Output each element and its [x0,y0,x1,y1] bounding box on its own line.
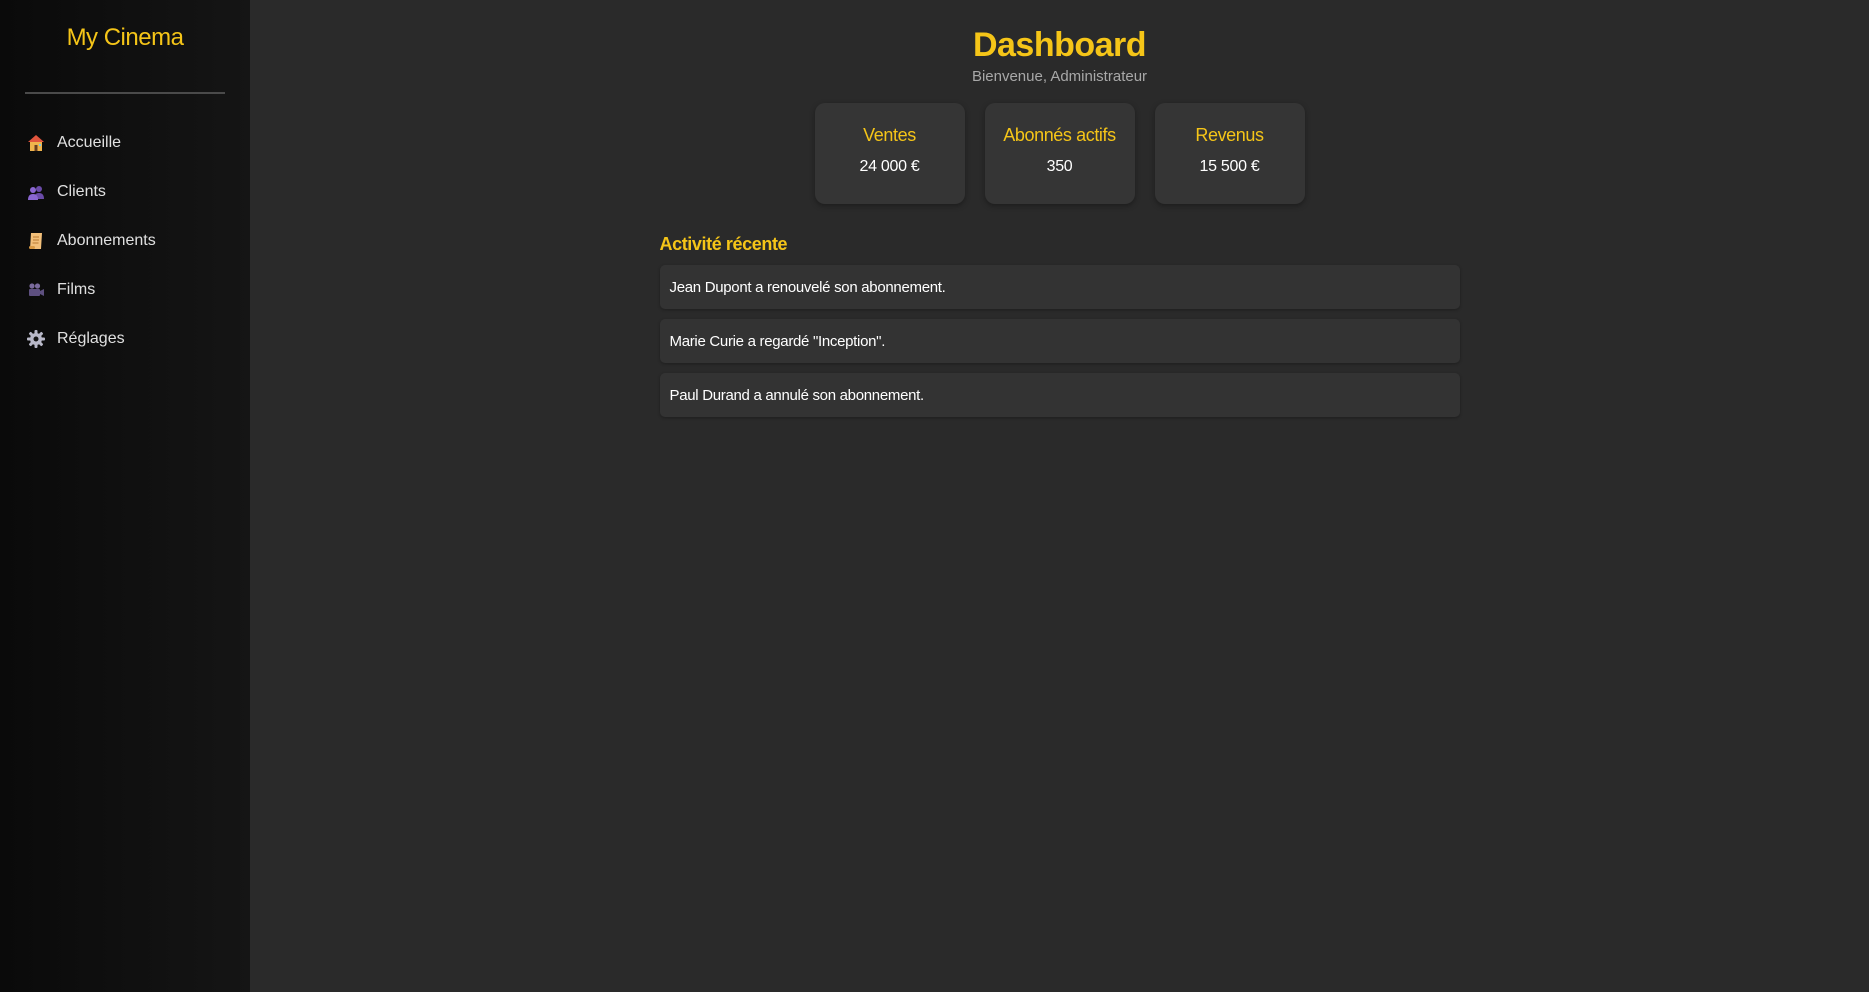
stat-value: 24 000 € [859,158,920,175]
welcome-subtitle: Bienvenue, Administrateur [971,68,1148,85]
scroll-icon [25,230,47,252]
sidebar-item-label: Accueille [57,133,122,151]
users-icon [25,181,47,203]
sidebar: My Cinema Accueille Clients Abonnements … [0,0,250,992]
activity-item: Marie Curie a regardé "Inception". [659,319,1460,363]
app-root: My Cinema Accueille Clients Abonnements … [0,0,1869,992]
movie-camera-icon [25,279,47,301]
stat-label: Ventes [863,125,916,145]
section-title: Activité récente [659,234,788,254]
stat-value: 15 500 € [1199,158,1260,175]
brand-title: My Cinema [66,24,184,51]
sidebar-item-label: Réglages [57,329,125,347]
activity-item: Jean Dupont a renouvelé son abonnement. [659,265,1460,309]
sidebar-item-reglages[interactable]: Réglages [25,314,225,363]
sidebar-item-abonnements[interactable]: Abonnements [25,216,225,265]
stats-row: Ventes 24 000 € Abonnés actifs 350 Reven… [250,103,1869,204]
house-icon [25,132,47,154]
stat-label: Abonnés actifs [1003,125,1116,145]
sidebar-item-accueille[interactable]: Accueille [25,118,225,167]
gear-icon [25,328,47,350]
stat-card-abonnes-actifs: Abonnés actifs 350 [984,103,1135,204]
sidebar-item-label: Films [57,280,96,298]
main-content: Dashboard Bienvenue, Administrateur Vent… [250,0,1869,992]
stat-card-ventes: Ventes 24 000 € [814,103,965,204]
page-header: Dashboard Bienvenue, Administrateur [250,0,1869,85]
sidebar-divider [25,92,225,94]
activity-item: Paul Durand a annulé son abonnement. [659,373,1460,417]
sidebar-item-label: Clients [57,182,106,200]
sidebar-item-clients[interactable]: Clients [25,167,225,216]
sidebar-item-films[interactable]: Films [25,265,225,314]
stat-card-revenus: Revenus 15 500 € [1154,103,1305,204]
recent-activity-section: Activité récente Jean Dupont a renouvelé… [659,234,1460,417]
sidebar-item-label: Abonnements [57,231,156,249]
sidebar-nav: Accueille Clients Abonnements Films Régl… [25,118,225,363]
stat-label: Revenus [1195,125,1264,145]
page-title: Dashboard [972,26,1147,64]
stat-value: 350 [1046,158,1073,175]
